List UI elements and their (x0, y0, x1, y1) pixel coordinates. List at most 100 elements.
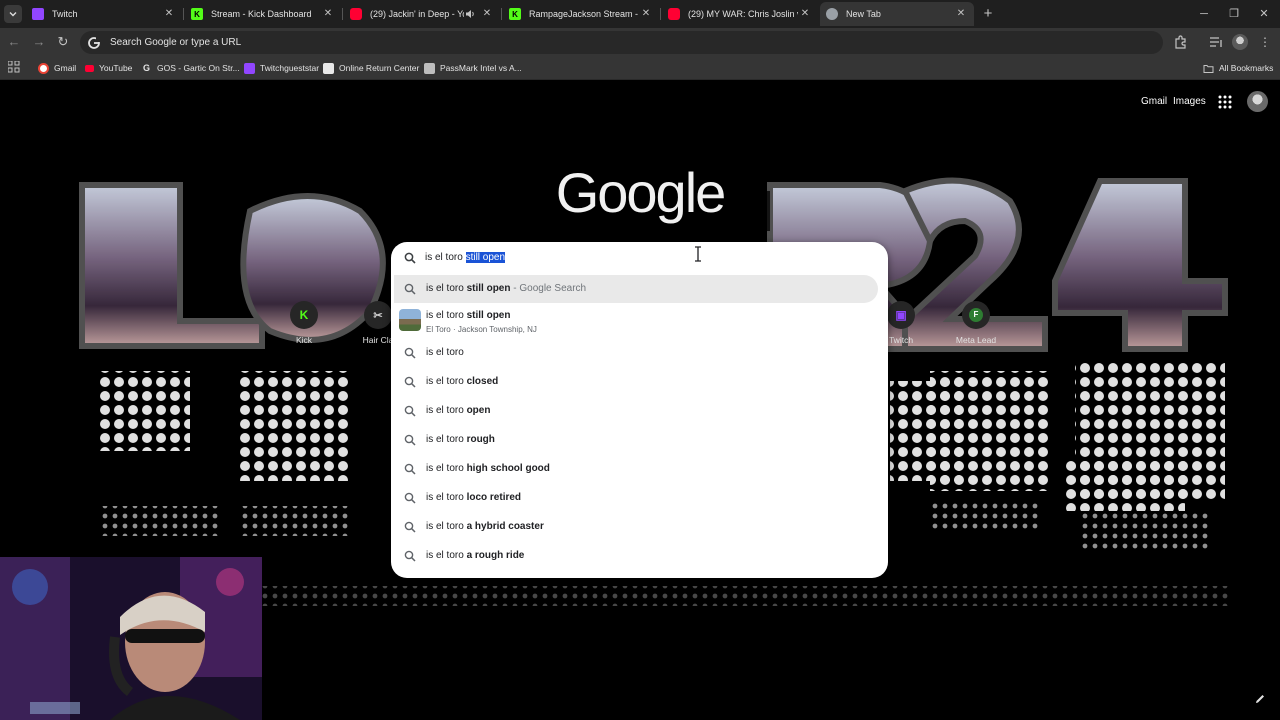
close-icon[interactable]: ✕ (798, 7, 812, 21)
suggestion-suffix: - Google Search (510, 283, 587, 294)
kick-icon: K (191, 8, 203, 20)
new-tab-button[interactable]: + (980, 6, 996, 22)
close-icon[interactable]: ✕ (639, 7, 653, 21)
media-controls-icon[interactable] (1208, 34, 1224, 50)
suggestion-google-search[interactable]: is el toro still open - Google Search (394, 275, 878, 303)
suggestion-bold: open (466, 405, 491, 416)
suggestion-bold: loco retired (466, 492, 522, 503)
tab-kick-dashboard[interactable]: K Stream - Kick Dashboard ✕ (185, 2, 341, 26)
bookmark-online-return[interactable]: Online Return Center (323, 60, 419, 76)
close-icon[interactable]: ✕ (321, 7, 335, 21)
tab-title: Twitch (52, 9, 78, 19)
close-icon[interactable]: ✕ (954, 7, 968, 21)
google-g-icon (88, 36, 100, 49)
toolbar: ← → ↻ Search Google or type a URL ⋮ (0, 28, 1280, 56)
restore-button[interactable]: ❐ (1226, 6, 1242, 22)
minimize-button[interactable]: ─ (1196, 6, 1212, 22)
text-cursor-icon (695, 246, 701, 262)
tab-title: (29) Jackin' in Deep - YouTu (370, 9, 464, 19)
address-bar-placeholder: Search Google or type a URL (110, 37, 242, 48)
extensions-icon[interactable] (1173, 34, 1189, 50)
suggestion-prefix: is el toro (426, 463, 467, 474)
suggestion-item[interactable]: is el toro closed (391, 368, 888, 396)
bookmark-youtube[interactable]: YouTube (85, 60, 132, 76)
twitch-icon (32, 8, 44, 20)
close-icon[interactable]: ✕ (480, 7, 494, 21)
tab-new-tab[interactable]: New Tab ✕ (820, 2, 974, 26)
suggestion-text: is el toro (426, 347, 464, 358)
google-apps-icon[interactable] (1218, 95, 1232, 109)
speaker-icon[interactable] (464, 8, 476, 20)
tab-twitch[interactable]: Twitch ✕ (26, 2, 182, 26)
tab-youtube-jackin[interactable]: (29) Jackin' in Deep - YouTu ✕ (344, 2, 500, 26)
suggestion-text: is el toro open (426, 405, 490, 416)
tab-divider (660, 8, 661, 20)
suggestion-item[interactable]: is el toro high school good (391, 455, 888, 483)
search-icon (404, 347, 416, 359)
all-bookmarks-label: All Bookmarks (1219, 63, 1274, 73)
twitch-icon (244, 62, 255, 74)
suggestion-item[interactable]: is el toro rough (391, 426, 888, 454)
back-button[interactable]: ← (6, 34, 22, 50)
gmail-link[interactable]: Gmail (1141, 96, 1167, 107)
amazon-icon (323, 62, 334, 74)
suggestion-item[interactable]: is el toro loco retired (391, 484, 888, 512)
search-icon (404, 252, 416, 264)
bookmark-label: Gmail (54, 63, 77, 73)
search-icon (404, 434, 416, 446)
suggestion-item[interactable]: is el toro open (391, 397, 888, 425)
youtube-icon (85, 64, 94, 72)
tab-title: New Tab (846, 9, 881, 19)
close-window-button[interactable]: ✕ (1256, 6, 1272, 22)
close-icon[interactable]: ✕ (162, 7, 176, 21)
profile-avatar[interactable] (1232, 34, 1248, 50)
suggestion-prefix: is el toro (426, 550, 467, 561)
reload-button[interactable]: ↻ (55, 34, 71, 50)
account-avatar[interactable] (1247, 91, 1268, 112)
suggestion-entity[interactable]: is el toro still open El Toro · Jackson … (391, 304, 888, 338)
tab-title: RampageJackson Stream - Watc (529, 9, 639, 19)
bookmark-gmail[interactable]: Gmail (38, 60, 76, 76)
all-bookmarks-button[interactable]: All Bookmarks (1203, 60, 1273, 76)
bookmark-twitchgueststar[interactable]: Twitchgueststar (244, 60, 319, 76)
suggestion-text: is el toro loco retired (426, 492, 521, 503)
search-icon (404, 463, 416, 475)
search-query-selected: still open (465, 252, 506, 263)
shortcut-meta-lead[interactable]: F Meta Lead (946, 301, 1006, 345)
apps-grid-icon[interactable] (8, 61, 20, 73)
suggestion-text: is el toro still open - Google Search (426, 283, 586, 294)
bookmarks-bar: Gmail YouTube G GOS - Gartic On Str... T… (0, 56, 1280, 80)
menu-kebab-icon[interactable]: ⋮ (1257, 34, 1273, 50)
bookmark-gartic[interactable]: G GOS - Gartic On Str... (141, 60, 240, 76)
suggestion-prefix: is el toro (426, 492, 467, 503)
suggestion-item[interactable]: is el toro a rough ride (391, 542, 888, 570)
suggestion-bold: still open (466, 310, 511, 321)
tab-divider (183, 8, 184, 20)
suggestion-bold: a hybrid coaster (466, 521, 544, 532)
tab-title: Stream - Kick Dashboard (211, 9, 312, 19)
webcam-overlay (0, 557, 262, 720)
customize-pencil-icon[interactable] (1254, 693, 1266, 705)
suggestion-bold: high school good (466, 463, 550, 474)
suggestion-prefix: is el toro (426, 376, 467, 387)
bookmark-passmark[interactable]: PassMark Intel vs A... (424, 60, 522, 76)
suggestion-item[interactable]: is el toro a hybrid coaster (391, 513, 888, 541)
tab-divider (342, 8, 343, 20)
forward-button[interactable]: → (31, 34, 47, 50)
suggestion-text: is el toro high school good (426, 463, 550, 474)
suggestion-prefix: is el toro (426, 521, 467, 532)
google-icon (38, 62, 49, 74)
suggestion-item[interactable]: is el toro (391, 339, 888, 367)
suggestion-text: is el toro closed (426, 376, 498, 387)
search-input[interactable]: is el toro still open (391, 242, 888, 275)
address-bar[interactable]: Search Google or type a URL (80, 31, 1163, 54)
suggestion-bold: rough (466, 434, 495, 445)
shortcut-kick[interactable]: K Kick (274, 301, 334, 345)
search-icon (404, 521, 416, 533)
tab-divider (501, 8, 502, 20)
tab-search-button[interactable] (4, 5, 22, 23)
tab-youtube-my-war[interactable]: (29) MY WAR: Chris Joslin vs El ✕ (662, 2, 818, 26)
tab-kick-stream[interactable]: K RampageJackson Stream - Watc ✕ (503, 2, 659, 26)
images-link[interactable]: Images (1173, 96, 1206, 107)
search-autocomplete-dropdown: is el toro still open is el toro still o… (391, 242, 888, 578)
